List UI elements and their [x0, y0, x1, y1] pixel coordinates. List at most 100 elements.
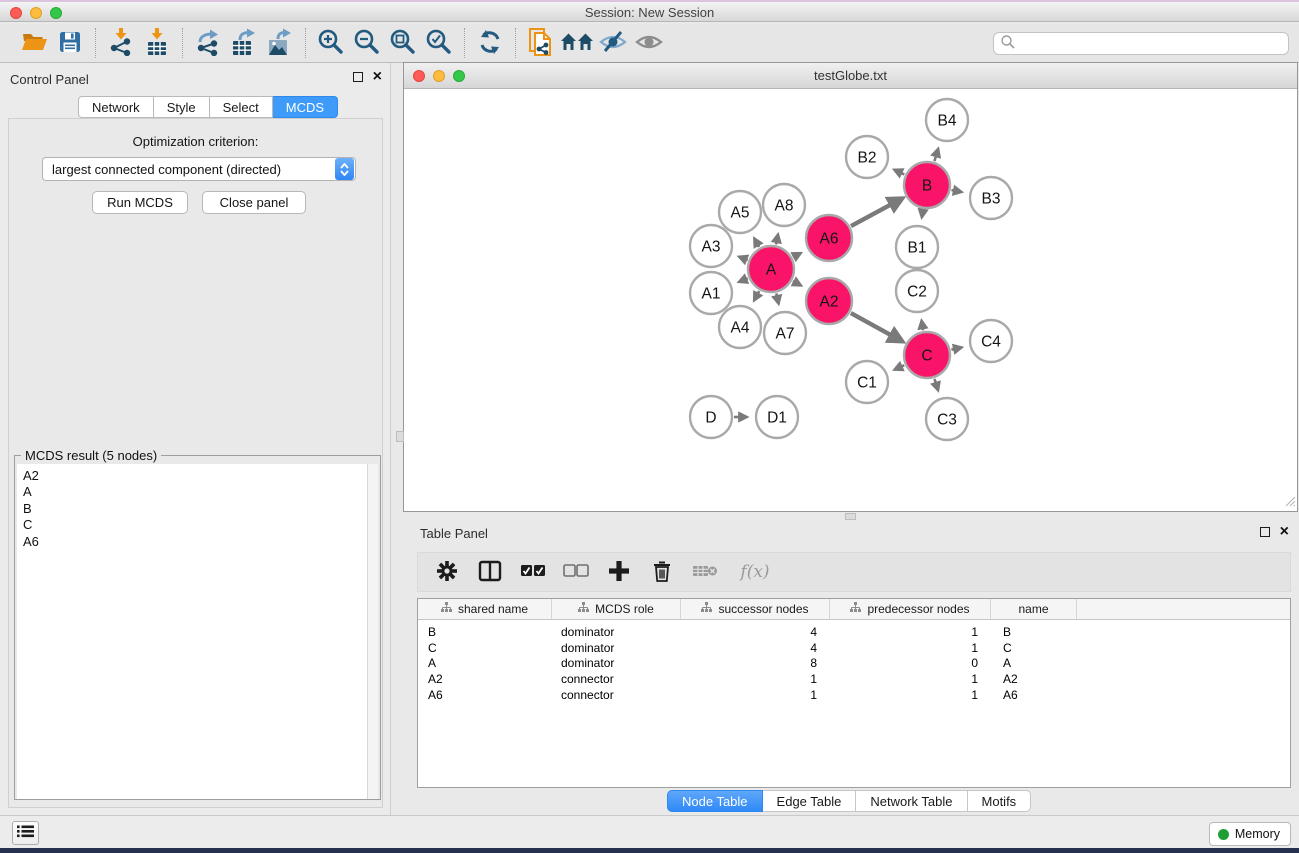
export-table-button[interactable]	[226, 27, 262, 59]
column-header-predecessor-nodes[interactable]: predecessor nodes	[830, 599, 991, 619]
graph-edge-A-A8[interactable]	[776, 234, 778, 244]
graph-edge-C-C2[interactable]	[922, 321, 924, 331]
cell-predecessor-nodes[interactable]: 0	[830, 656, 991, 672]
graph-edge-A-A3[interactable]	[739, 257, 748, 260]
deselect-all-button[interactable]	[563, 559, 589, 585]
zoom-out-button[interactable]	[349, 27, 385, 59]
run-mcds-button[interactable]: Run MCDS	[92, 191, 188, 214]
export-network-button[interactable]	[190, 27, 226, 59]
cell-shared-name[interactable]: B	[418, 624, 552, 640]
select-all-button[interactable]	[520, 559, 546, 585]
graph-edge-B-B1[interactable]	[922, 210, 923, 218]
cell-successor-nodes[interactable]: 8	[681, 656, 830, 672]
refresh-button[interactable]	[472, 27, 508, 59]
cell-predecessor-nodes[interactable]: 1	[830, 671, 991, 687]
float-panel-icon[interactable]	[353, 72, 363, 82]
hide-graphics-button[interactable]	[631, 27, 667, 59]
tab-network[interactable]: Network	[78, 96, 154, 118]
show-columns-button[interactable]	[477, 559, 503, 585]
cell-predecessor-nodes[interactable]: 1	[830, 640, 991, 656]
resize-grip[interactable]	[1282, 493, 1296, 510]
show-graphics-button[interactable]	[595, 27, 631, 59]
new-network-button[interactable]	[523, 27, 559, 59]
list-item[interactable]: C	[17, 517, 369, 533]
cell-name[interactable]: A	[991, 656, 1077, 672]
add-button[interactable]	[606, 559, 632, 585]
cell-name[interactable]: A2	[991, 671, 1077, 687]
cell-mcds-role[interactable]: dominator	[552, 640, 681, 656]
tab-motifs[interactable]: Motifs	[968, 790, 1032, 812]
zoom-selected-button[interactable]	[421, 27, 457, 59]
zoom-fit-button[interactable]	[385, 27, 421, 59]
cell-mcds-role[interactable]: connector	[552, 687, 681, 703]
cell-name[interactable]: C	[991, 640, 1077, 656]
list-item[interactable]: B	[17, 501, 369, 517]
cell-successor-nodes[interactable]: 4	[681, 624, 830, 640]
graph-edge-A-A1[interactable]	[739, 278, 748, 282]
cell-shared-name[interactable]: A2	[418, 671, 552, 687]
table-settings-button[interactable]	[434, 559, 460, 585]
cell-shared-name[interactable]: C	[418, 640, 552, 656]
graph-edge-C-C4[interactable]	[951, 347, 961, 349]
table-row[interactable]: B dominator 4 1 B	[418, 624, 1290, 640]
memory-button[interactable]: Memory	[1209, 822, 1291, 846]
graph-edge-B-B2[interactable]	[894, 170, 904, 175]
import-table-button[interactable]	[139, 27, 175, 59]
cell-predecessor-nodes[interactable]: 1	[830, 687, 991, 703]
open-file-button[interactable]	[16, 27, 52, 59]
cell-mcds-role[interactable]: dominator	[552, 624, 681, 640]
graph-edge-B-B3[interactable]	[952, 190, 962, 192]
tab-style[interactable]: Style	[154, 96, 210, 118]
table-row[interactable]: A dominator 8 0 A	[418, 656, 1290, 672]
graph-edge-C-C1[interactable]	[894, 365, 904, 369]
tab-select[interactable]: Select	[210, 96, 273, 118]
cell-shared-name[interactable]: A6	[418, 687, 552, 703]
graph-edge-A6-B[interactable]	[851, 198, 902, 226]
graph-edge-A-A4[interactable]	[754, 291, 759, 301]
zoom-in-button[interactable]	[313, 27, 349, 59]
save-session-button[interactable]	[52, 27, 88, 59]
graph-edge-A-A6[interactable]	[793, 253, 801, 257]
task-history-button[interactable]	[12, 821, 39, 845]
float-panel-icon[interactable]	[1260, 527, 1270, 537]
column-header-mcds-role[interactable]: MCDS role	[552, 599, 681, 619]
network-graph-canvas[interactable]: B4B2BB3B1A5A8A3A6AA1A2A4A7C2C4CC1C3DD1	[404, 89, 1297, 511]
close-panel-icon[interactable]: ×	[1280, 526, 1289, 538]
column-header-name[interactable]: name	[991, 599, 1077, 619]
cell-successor-nodes[interactable]: 4	[681, 640, 830, 656]
graph-edge-B-B4[interactable]	[934, 149, 938, 161]
graph-edge-A-A5[interactable]	[754, 238, 759, 247]
import-network-button[interactable]	[103, 27, 139, 59]
table-row[interactable]: A6 connector 1 1 A6	[418, 687, 1290, 703]
list-item[interactable]: A6	[17, 534, 369, 550]
tab-edge-table[interactable]: Edge Table	[763, 790, 857, 812]
list-scrollbar[interactable]	[367, 464, 378, 799]
first-neighbors-button[interactable]	[559, 27, 595, 59]
list-item[interactable]: A	[17, 484, 369, 500]
close-panel-button[interactable]: Close panel	[202, 191, 306, 214]
cell-successor-nodes[interactable]: 1	[681, 671, 830, 687]
graph-edge-C-C3[interactable]	[935, 379, 939, 391]
cell-name[interactable]: B	[991, 624, 1077, 640]
horizontal-divider-handle[interactable]	[845, 513, 856, 520]
cell-successor-nodes[interactable]: 1	[681, 687, 830, 703]
graph-edge-A2-C[interactable]	[851, 313, 903, 341]
column-header-successor-nodes[interactable]: successor nodes	[681, 599, 830, 619]
table-row[interactable]: C dominator 4 1 C	[418, 640, 1290, 656]
delete-button[interactable]	[649, 559, 675, 585]
graph-edge-A-A7[interactable]	[776, 293, 778, 303]
cell-name[interactable]: A6	[991, 687, 1077, 703]
cell-predecessor-nodes[interactable]: 1	[830, 624, 991, 640]
criterion-select[interactable]: largest connected component (directed)	[42, 157, 356, 181]
graph-edge-A-A2[interactable]	[793, 281, 801, 285]
cell-mcds-role[interactable]: dominator	[552, 656, 681, 672]
cell-mcds-role[interactable]: connector	[552, 671, 681, 687]
search-field[interactable]	[993, 32, 1289, 55]
tab-network-table[interactable]: Network Table	[856, 790, 967, 812]
tab-mcds[interactable]: MCDS	[273, 96, 338, 118]
list-item[interactable]: A2	[17, 468, 369, 484]
table-row[interactable]: A2 connector 1 1 A2	[418, 671, 1290, 687]
search-input[interactable]	[1016, 34, 1288, 53]
close-panel-icon[interactable]: ×	[373, 71, 382, 83]
tab-node-table[interactable]: Node Table	[667, 790, 763, 812]
